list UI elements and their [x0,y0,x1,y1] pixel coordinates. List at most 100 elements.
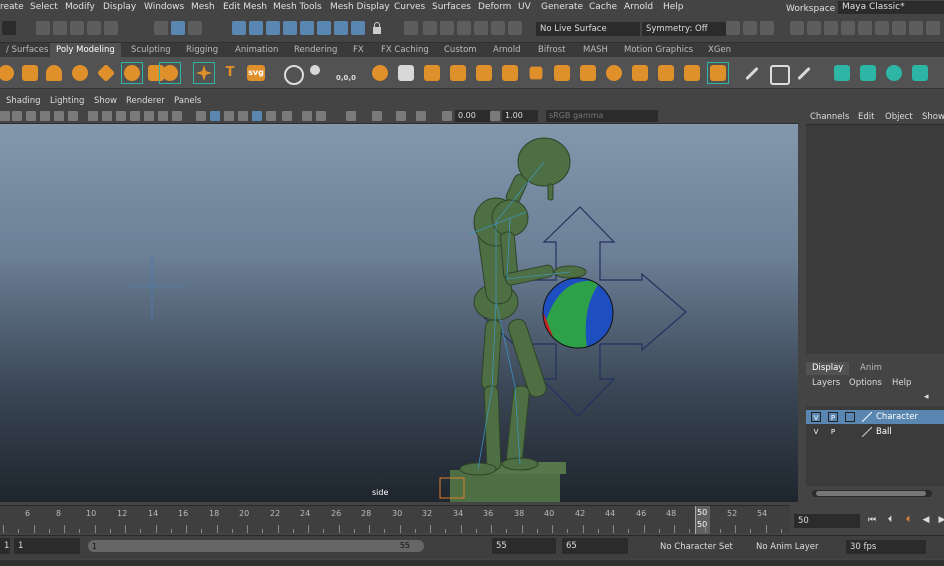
isolate-select-icon[interactable] [372,111,382,121]
snap-grid-icon[interactable] [232,21,246,35]
tab-arnold[interactable]: Arnold [487,43,527,57]
camera-attributes-icon[interactable] [12,111,22,121]
move-pivot-icon[interactable] [282,63,304,85]
smooth-shade-icon[interactable] [210,111,220,121]
star-shape-icon[interactable] [193,62,215,84]
step-back-key-icon[interactable]: ⏴ [902,514,914,526]
tab-poly-modeling[interactable]: Poly Modeling [50,43,121,57]
exposure-icon[interactable] [442,111,452,121]
play-backwards-icon[interactable]: ◀ [920,514,932,526]
anim-end-field[interactable]: 65 [562,538,628,554]
menu-panels[interactable]: Panels [174,96,201,106]
menu-mesh[interactable]: Mesh [191,2,215,12]
anim-start-field[interactable]: 1 [14,538,80,554]
combine-icon[interactable] [370,63,390,83]
fill-hole-icon[interactable] [552,63,572,83]
tab-motion-graphics[interactable]: Motion Graphics [618,43,699,57]
grab-icon[interactable] [884,63,904,83]
tab-display[interactable]: Display [806,362,850,375]
snap-curve-icon[interactable] [249,21,263,35]
default-lighting-icon[interactable] [224,111,234,121]
film-gate-icon[interactable] [102,111,112,121]
menu-help[interactable]: Help [663,2,684,12]
relax-icon[interactable] [858,63,878,83]
render-globals-icon[interactable] [841,21,855,35]
render-sequence-icon[interactable] [807,21,821,35]
select-object-icon[interactable] [171,21,185,35]
layer-row-character[interactable]: V P Character [806,410,944,424]
two-d-pan-icon[interactable] [54,111,64,121]
tab-custom[interactable]: Custom [438,43,483,57]
range-slider[interactable]: 1 55 [88,540,424,552]
anim-layer-dropdown[interactable]: No Anim Layer [756,540,819,554]
safe-title-icon[interactable] [172,111,182,121]
motion-blur-icon[interactable] [302,111,312,121]
menu-generate[interactable]: Generate [541,2,583,12]
menu-deform[interactable]: Deform [478,2,511,12]
history-icon[interactable] [404,21,418,35]
tab-animation[interactable]: Animation [229,43,284,57]
grease-pencil-icon[interactable] [68,111,78,121]
lock-icon[interactable] [370,21,384,35]
gamma-field[interactable]: 1.00 [502,110,538,122]
open-scene-icon[interactable] [53,21,67,35]
bookmark-icon[interactable] [26,111,36,121]
menu-surfaces[interactable]: Surfaces [432,2,471,12]
menu-show[interactable]: Show [94,96,117,106]
gamma-icon[interactable] [490,111,500,121]
poly-torus-icon[interactable] [70,63,90,83]
snap-edge-icon[interactable] [334,21,348,35]
menu-object[interactable]: Object [885,112,913,122]
bridge-icon[interactable] [578,63,598,83]
reduce-icon[interactable] [474,63,494,83]
layer-playback-toggle[interactable]: P [828,427,838,437]
menu-select[interactable]: Select [30,2,58,12]
select-component-icon[interactable] [188,21,202,35]
world-origin-icon[interactable]: 0,0,0 [334,63,358,83]
poly-cube-icon[interactable] [20,63,40,83]
arnold-view-icon[interactable] [892,21,906,35]
layer-display-type[interactable] [845,412,855,422]
layer-row-ball[interactable]: V P Ball [806,425,944,439]
exposure-field[interactable]: 0.00 [455,110,491,122]
resolution-gate-icon[interactable] [116,111,126,121]
svg-tool-icon[interactable]: svg [246,63,266,83]
append-icon[interactable] [656,63,676,83]
render-frame-icon-2[interactable] [790,21,804,35]
layer-visibility-toggle[interactable]: V [811,412,821,422]
menu-shading[interactable]: Shading [6,96,41,106]
xray-mode-icon[interactable] [396,111,406,121]
menu-channels[interactable]: Channels [810,112,849,122]
menu-display[interactable]: Display [103,2,136,12]
select-camera-icon[interactable] [0,111,10,121]
new-scene-icon[interactable] [36,21,50,35]
tab-surfaces[interactable]: / Surfaces [0,43,54,57]
textured-icon[interactable] [238,111,248,121]
measure-icon[interactable] [308,63,328,83]
ipr-icon[interactable] [824,21,838,35]
layer-color-swatch-icon[interactable] [861,426,873,438]
fps-dropdown[interactable]: 30 fps [846,540,926,554]
poly-disc-icon[interactable] [121,62,143,84]
merge-icon[interactable] [682,63,702,83]
current-frame-field[interactable]: 50 [794,514,860,528]
extract-icon[interactable] [422,63,442,83]
tab-sculpting[interactable]: Sculpting [125,43,177,57]
wireframe-icon[interactable] [196,111,206,121]
snap-point-icon[interactable] [266,21,280,35]
field-chart-icon[interactable] [144,111,154,121]
use-lights-icon[interactable] [252,111,262,121]
menu-windows[interactable]: Windows [144,2,184,12]
menu-options[interactable]: Options [849,378,882,388]
smooth-brush-icon[interactable] [910,63,930,83]
multi-cut-icon[interactable] [742,63,762,83]
play-forwards-icon[interactable]: ▶ [936,514,944,526]
select-hierarchy-icon[interactable] [154,21,168,35]
step-back-frame-icon[interactable]: ⏴ [884,514,896,526]
brush-icon[interactable] [743,21,757,35]
menu-lighting[interactable]: Lighting [50,96,84,106]
menu-cache[interactable]: Cache [589,2,617,12]
playhead[interactable]: 50 50 [695,506,710,534]
smooth-icon[interactable] [448,63,468,83]
menu-modify[interactable]: Modify [65,2,95,12]
